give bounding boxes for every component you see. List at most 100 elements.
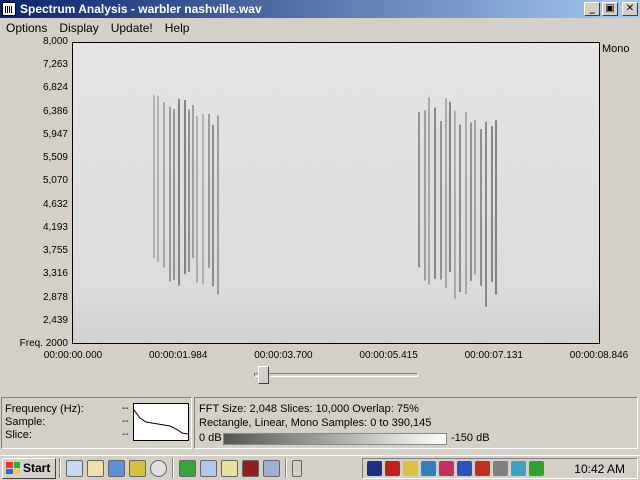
hand-icon[interactable] [87,459,104,477]
y-tick-label: 8,000 [42,36,68,47]
spectrogram-streak [491,126,493,282]
x-tick-label: 00:00:05.415 [359,350,418,361]
desktop-icon[interactable] [108,459,125,477]
y-tick-label: Freq. 2000 [19,338,68,349]
x-tick-label: 00:00:07.131 [464,350,523,361]
x-tick-label: 00:00:00.000 [43,350,103,361]
alert-icon[interactable] [475,461,490,476]
spectrogram-streak [184,100,186,275]
media-icon[interactable] [150,459,167,477]
start-button[interactable]: Start [2,457,56,479]
spectrogram-plot[interactable] [72,42,600,344]
scroll-icon[interactable] [292,459,302,477]
palette-icon[interactable] [511,461,526,476]
globe-icon[interactable] [421,461,436,476]
spectrogram-streak [217,115,219,295]
slice-label: Slice: [5,429,32,441]
color-scale-bar [223,433,447,445]
mini-spectrum-line [133,409,189,435]
taskbar-separator [172,458,174,478]
clock: 10:42 AM [574,461,625,476]
position-slider[interactable] [254,366,418,384]
spectrogram-streak [196,116,198,283]
spectrogram-streak [192,104,194,259]
mini-spectrum-graph [133,403,189,441]
menu-help[interactable]: Help [159,21,196,35]
gauge-icon[interactable] [242,459,259,477]
spectrogram-streak [424,110,426,281]
fft-settings-text: FFT Size: 2,048 Slices: 10,000 Overlap: … [199,403,419,415]
y-tick-label: 2,878 [42,291,68,303]
close-button[interactable]: ✕ [622,2,638,16]
chart-icon[interactable] [457,461,472,476]
window-title: Spectrum Analysis - warbler nashville.wa… [20,2,262,16]
spectrogram-streak [474,119,476,275]
search-icon[interactable] [221,459,238,477]
fft-params-panel: FFT Size: 2,048 Slices: 10,000 Overlap: … [194,397,638,449]
start-label: Start [23,461,51,475]
spectrogram-canvas [73,43,599,343]
spectrogram-streak [434,107,436,279]
y-tick-label: 6,386 [42,105,68,117]
menu-update[interactable]: Update! [105,21,159,35]
frequency-label: Frequency (Hz): [5,403,84,415]
spectrogram-streak [449,101,451,272]
spectrogram-streak [169,106,171,282]
spectrogram-streak [445,98,447,288]
world-icon[interactable] [529,461,544,476]
windows-icon[interactable] [263,459,280,477]
sample-value: -- [122,416,129,427]
maximize-button[interactable]: ▣ [602,2,618,16]
menu-display[interactable]: Display [53,21,104,35]
frequency-value: -- [122,403,129,414]
y-tick-label: 5,070 [42,175,68,187]
spectrum-app-icon[interactable] [2,2,16,16]
spectrogram-streak [163,102,165,268]
spectrogram-streak [178,98,180,286]
y-tick-label: 3,316 [42,268,68,280]
y-tick-label: 2,439 [42,314,68,326]
y-tick-label: 4,193 [42,221,68,233]
spectrogram-streak [208,113,210,268]
y-tick-label: 4,632 [42,198,68,210]
channel-label: Mono [602,43,630,55]
monitor-icon[interactable] [403,461,418,476]
menu-options[interactable]: Options [0,21,53,35]
x-tick-label: 00:00:08.846 [569,350,629,361]
taskbar: Start 10:42 AM [0,455,640,480]
camera-icon[interactable] [439,461,454,476]
y-tick-label: 5,947 [42,128,68,140]
minimize-button[interactable]: _ [584,2,600,16]
x-tick-label: 00:00:03.700 [254,350,313,361]
cursor-info-panel: Frequency (Hz): Sample: Slice: -- -- -- [1,397,192,449]
spectrogram-streak [465,111,467,294]
edit-icon[interactable] [66,459,83,477]
x-tick-label: 00:00:01.984 [148,350,208,361]
system-tray: 10:42 AM [362,458,638,479]
spectrogram-streak [202,114,204,285]
sample-label: Sample: [5,416,46,428]
volume-icon[interactable] [493,461,508,476]
doc-icon[interactable] [200,459,217,477]
spectrogram-streak [440,120,442,280]
windows-logo-icon [6,462,20,474]
spectrogram-streak [428,97,430,285]
spectrogram-streak [418,112,420,268]
menu-bar: Options Display Update! Help [0,18,640,38]
slider-track [254,373,418,377]
spectrogram-streak [157,95,159,262]
clock-icon[interactable] [129,459,146,477]
y-tick-label: 6,824 [42,82,68,94]
taskbar-separator [59,458,61,478]
y-tick-label: 5,509 [42,152,68,164]
spectrogram-streak [470,122,472,281]
slider-thumb[interactable] [258,366,269,384]
network-icon[interactable] [367,461,382,476]
window-settings-text: Rectangle, Linear, Mono Samples: 0 to 39… [199,417,432,429]
sound-icon[interactable] [179,459,196,477]
db-max-label: -150 dB [451,432,490,444]
spectrogram-streak [495,120,497,295]
spectrogram-streak [212,124,214,287]
adobe-icon[interactable] [385,461,400,476]
spectrogram-streak [188,109,190,272]
